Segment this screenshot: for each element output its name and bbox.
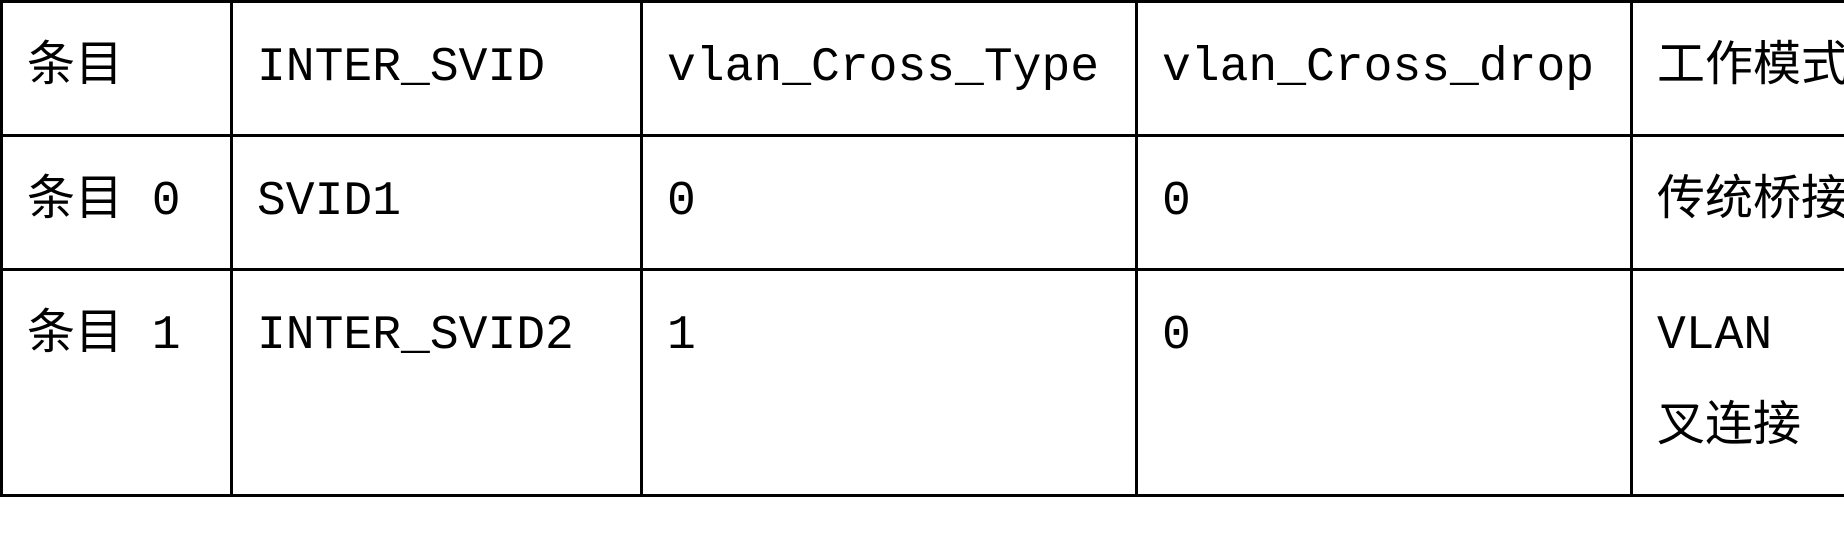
cell-entry-0: 条目 0 [2,136,232,270]
cell-vlan-cross-type-0: 0 [642,136,1137,270]
table-header-row: 条目 INTER_SVID vlan_Cross_Type vlan_Cross… [2,2,1844,136]
cell-entry-1: 条目 1 [2,270,232,495]
cell-vlan-cross-drop-1: 0 [1137,270,1632,495]
work-mode-1-line2: 叉连接 [1657,383,1844,474]
table-row: 条目 0 SVID1 0 0 传统桥接 [2,136,1844,270]
header-inter-svid: INTER_SVID [232,2,642,136]
header-entry: 条目 [2,2,232,136]
header-work-mode: 工作模式 [1632,2,1844,136]
vlan-config-table: 条目 INTER_SVID vlan_Cross_Type vlan_Cross… [0,0,1844,497]
cell-vlan-cross-drop-0: 0 [1137,136,1632,270]
cell-vlan-cross-type-1: 1 [642,270,1137,495]
table-row: 条目 1 INTER_SVID2 1 0 VLAN 交 叉连接 [2,270,1844,495]
cell-inter-svid-0: SVID1 [232,136,642,270]
header-vlan-cross-drop: vlan_Cross_drop [1137,2,1632,136]
cell-work-mode-1: VLAN 交 叉连接 [1632,270,1844,495]
cell-work-mode-0: 传统桥接 [1632,136,1844,270]
work-mode-1-line1: VLAN 交 [1657,291,1844,382]
cell-inter-svid-1: INTER_SVID2 [232,270,642,495]
header-vlan-cross-type: vlan_Cross_Type [642,2,1137,136]
